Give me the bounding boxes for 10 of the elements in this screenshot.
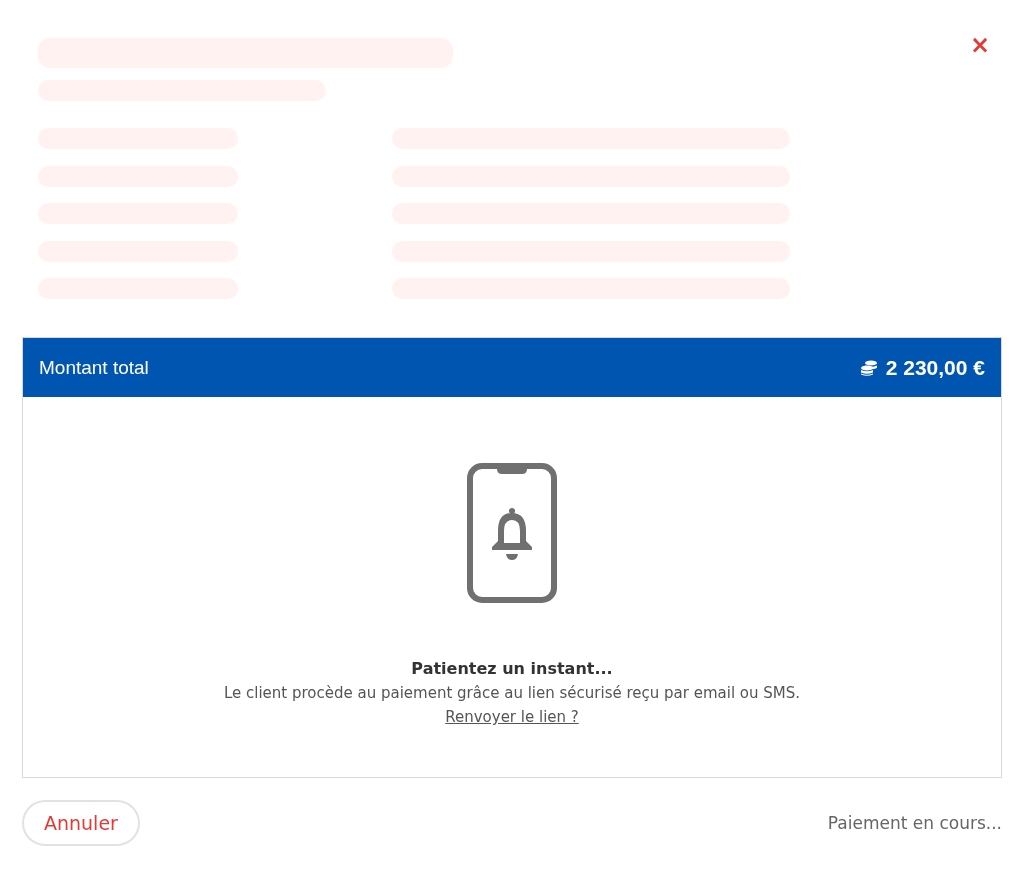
payment-status: Paiement en cours... <box>827 813 1002 833</box>
resend-link[interactable]: Renvoyer le lien ? <box>445 708 579 726</box>
message-title: Patientez un instant... <box>411 659 613 678</box>
phone-bell-icon <box>467 463 557 603</box>
total-amount: 2 230,00 € <box>885 355 985 380</box>
close-button[interactable]: × <box>957 38 1002 52</box>
cancel-button[interactable]: Annuler <box>22 800 140 846</box>
message-text: Le client procède au paiement grâce au lien sécurisé reçu par email ou SMS. <box>223 684 801 702</box>
coins-icon <box>859 359 878 376</box>
total-label: Montant total <box>39 356 149 379</box>
